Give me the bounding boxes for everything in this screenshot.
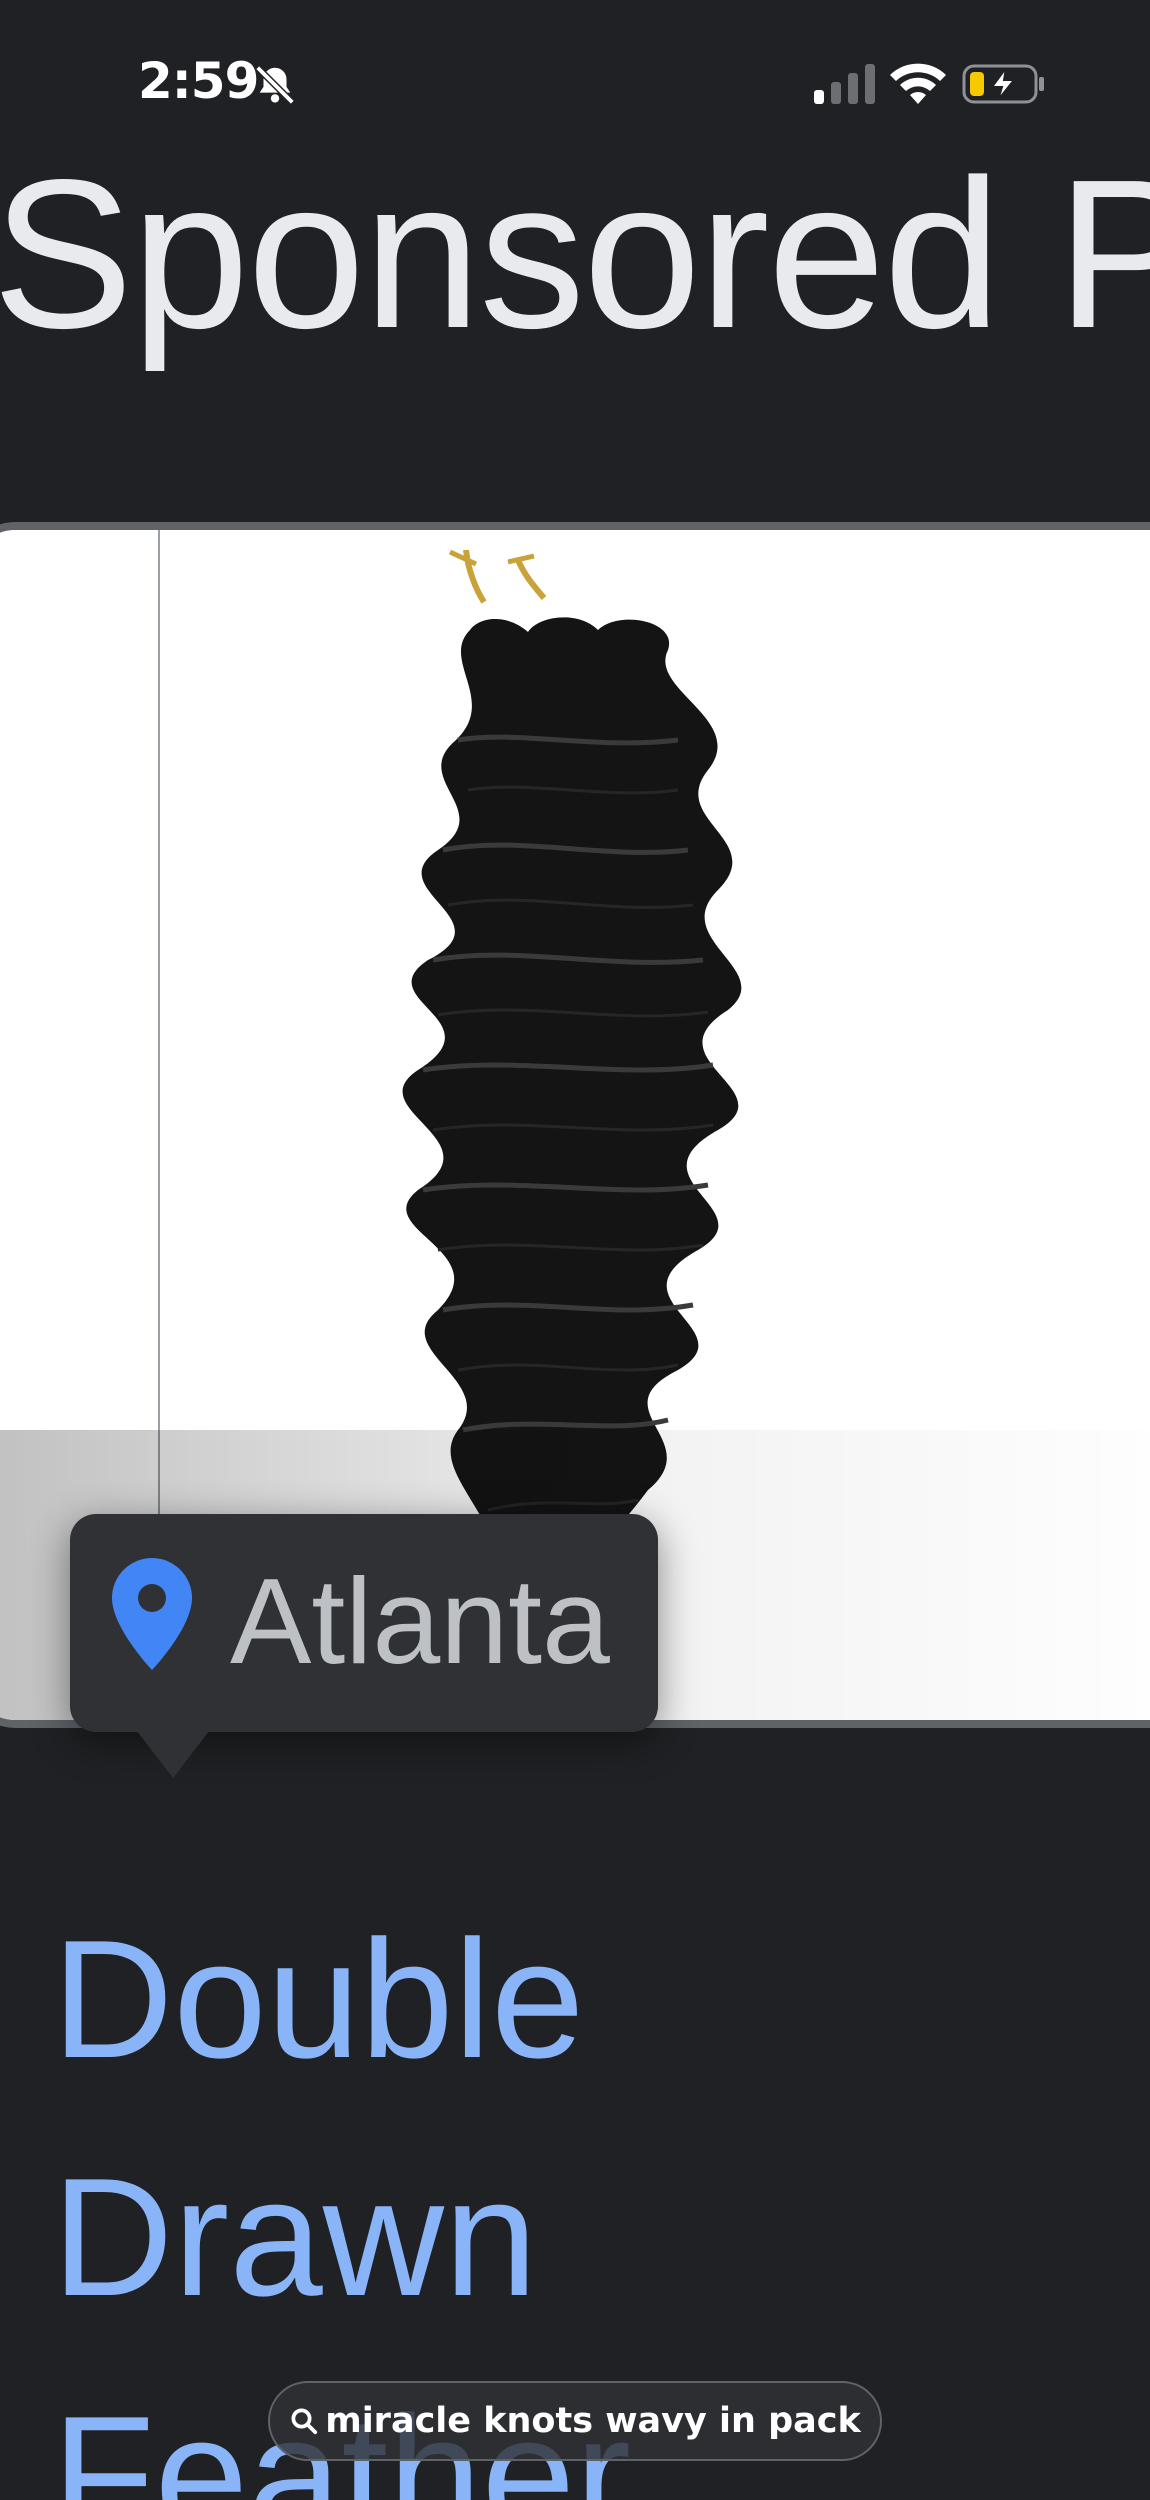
bell-muted-icon: [255, 65, 295, 105]
search-query-text: miracle knots wavy in pack: [325, 2401, 861, 2441]
battery-charging-icon: [962, 64, 1044, 104]
wifi-icon: [890, 63, 946, 104]
product-title-line: Double: [52, 1905, 585, 2093]
search-icon: [291, 2408, 318, 2435]
signal-icon: [814, 64, 875, 104]
status-time: 2:59: [138, 52, 259, 110]
location-label: Atlanta: [230, 1553, 610, 1689]
tooltip-arrow: [133, 1726, 213, 1778]
product-title-line: Drawn: [52, 2143, 538, 2331]
map-pin-icon: [112, 1558, 192, 1670]
section-heading: Sponsored Pro: [0, 135, 1150, 372]
image-divider: [158, 530, 160, 1540]
search-query-pill[interactable]: miracle knots wavy in pack: [268, 2381, 882, 2461]
page: 2:59 Sponsored Pro: [0, 0, 1150, 2500]
